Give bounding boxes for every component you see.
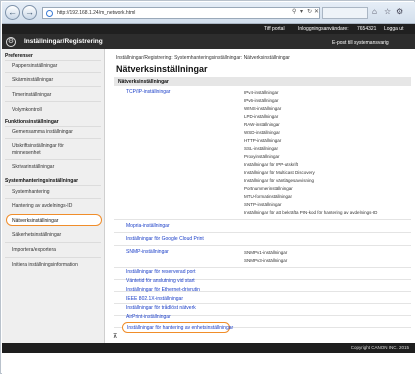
browser-tab[interactable] bbox=[322, 7, 368, 19]
dropdown-icon[interactable]: ▾ bbox=[300, 7, 303, 18]
search-icon[interactable]: ⚲ bbox=[292, 7, 296, 18]
tcpip-sub-item: IPv4-inställningar bbox=[244, 90, 279, 95]
tcpip-sub-item: WINS-inställningar bbox=[244, 106, 282, 111]
section-header: Nätverksinställningar bbox=[114, 77, 411, 86]
snmp-sub-item: SNMPv3-inställningar bbox=[244, 258, 288, 263]
sidebar-item-security[interactable]: Säkerhetsinställningar bbox=[12, 232, 114, 238]
settings-gear-icon[interactable]: ⚙ bbox=[396, 7, 403, 17]
close-icon[interactable]: ✕ bbox=[314, 7, 319, 18]
tcpip-settings-link[interactable]: TCP/IP-inställningar bbox=[126, 89, 170, 95]
refresh-icon[interactable]: ↻ bbox=[307, 7, 312, 18]
sidebar-item-network-label: Nätverksinställningar bbox=[12, 218, 59, 224]
divider bbox=[5, 198, 101, 199]
tcpip-sub-item: Inställningar för Multicast Discovery bbox=[244, 170, 315, 175]
sidebar-item-import-export[interactable]: Importera/exportera bbox=[12, 247, 114, 253]
tcpip-sub-item: SNTP-inställningar bbox=[244, 202, 282, 207]
back-arrow-icon[interactable]: ← bbox=[5, 5, 20, 20]
address-bar[interactable]: http://192.168.1.24/m_network.html bbox=[42, 7, 320, 19]
page-title: Nätverksinställningar bbox=[116, 64, 208, 74]
page-footer: Copyright CANON INC. 2015 bbox=[2, 343, 415, 353]
divider bbox=[5, 86, 101, 87]
snmp-settings-link[interactable]: SNMP-inställningar bbox=[126, 249, 169, 255]
tcpip-sub-item: WSD-inställningar bbox=[244, 130, 281, 135]
ieee8021x-link[interactable]: IEEE 802.1X-inställningar bbox=[126, 296, 183, 302]
section-title: Nätverksinställningar bbox=[118, 79, 169, 85]
divider bbox=[5, 185, 101, 186]
divider bbox=[114, 267, 411, 268]
sidebar-head-functions: Funktionsinställningar bbox=[5, 119, 59, 125]
tcpip-sub-item: Inställningar för väntlägesavvisning bbox=[244, 178, 315, 183]
sidebar-item-system-management[interactable]: Systemhantering bbox=[12, 189, 114, 195]
ethernet-driver-link[interactable]: Inställningar för Ethernet-drivrutin bbox=[126, 287, 200, 293]
sidebar-item-timer[interactable]: Timerinställningar bbox=[12, 92, 114, 98]
sidebar-item-printer[interactable]: Skrivarinställningar bbox=[12, 164, 114, 170]
settings-logo-icon: ⚙ bbox=[6, 37, 16, 47]
page-bottom bbox=[2, 353, 415, 374]
tcpip-sub-item: Inställningar för IPP-utskrift bbox=[244, 162, 299, 167]
sidebar-item-network[interactable]: Nätverksinställningar bbox=[6, 214, 102, 226]
divider bbox=[5, 72, 101, 73]
to-top-arrow-icon[interactable]: ⊼ bbox=[113, 333, 117, 340]
tcpip-sub-item: SSL-inställningar bbox=[244, 146, 279, 151]
tcpip-sub-item: Portnummerinställningar bbox=[244, 186, 293, 191]
email-admin-link[interactable]: E-post till systemansvarig bbox=[332, 40, 389, 46]
home-icon[interactable]: ⌂ bbox=[372, 7, 377, 17]
divider bbox=[114, 245, 411, 246]
favorites-star-icon[interactable]: ☆ bbox=[384, 7, 391, 17]
google-cloud-print-link[interactable]: Inställningar för Google Cloud Print bbox=[126, 236, 204, 242]
tcpip-sub-item: Proxyinställningar bbox=[244, 154, 280, 159]
browser-toolbar: ← → http://192.168.1.24/m_network.html ⚲… bbox=[2, 2, 415, 24]
divider bbox=[5, 126, 101, 127]
tcpip-sub-item: IPv6-inställningar bbox=[244, 98, 279, 103]
divider bbox=[5, 242, 101, 243]
airprint-link[interactable]: AirPrint-inställningar bbox=[126, 314, 171, 320]
tcpip-sub-item: MTU-formatinställningar bbox=[244, 194, 293, 199]
main-content: Inställningar/Registrering: Systemhanter… bbox=[106, 49, 415, 343]
divider bbox=[5, 138, 101, 139]
divider bbox=[5, 101, 101, 102]
tcpip-sub-item: Inställningar för att bekräfta PIN-kod f… bbox=[244, 210, 378, 215]
sidebar: Preferenser Pappersinställningar Skärmin… bbox=[2, 49, 105, 343]
startup-wait-link[interactable]: Väntetid för anslutning vid start bbox=[126, 278, 195, 284]
tcpip-sub-item: LPD-inställningar bbox=[244, 114, 279, 119]
copyright: Copyright CANON INC. 2015 bbox=[350, 345, 409, 350]
sidebar-item-common[interactable]: Gemensamma inställningar bbox=[12, 129, 114, 135]
reserved-port-link[interactable]: Inställningar för reserverad port bbox=[126, 269, 195, 275]
sidebar-head-preferences: Preferenser bbox=[5, 53, 33, 59]
divider bbox=[5, 159, 101, 160]
divider bbox=[114, 303, 411, 304]
tiff-portal-link[interactable]: Tiff portal bbox=[264, 26, 285, 32]
user-id: 7654321 bbox=[357, 26, 377, 32]
sidebar-item-display[interactable]: Skärminställningar bbox=[12, 77, 114, 83]
sidebar-head-system: Systemhanteringsinställningar bbox=[5, 178, 79, 184]
logout-link[interactable]: Logga ut bbox=[384, 26, 403, 32]
logged-in-label: Inloggningsanvändare: bbox=[298, 26, 349, 32]
sidebar-item-initialize[interactable]: Initiera inställningsinformation bbox=[12, 262, 114, 268]
breadcrumb: Inställningar/Registrering: Systemhanter… bbox=[116, 55, 290, 61]
mopria-settings-link[interactable]: Mopria-inställningar bbox=[126, 223, 170, 229]
browser-logo-icon bbox=[46, 10, 53, 17]
header-top-bar: Tiff portal Inloggningsanvändare: 765432… bbox=[2, 24, 415, 34]
divider bbox=[114, 219, 411, 220]
browser-window: ← → http://192.168.1.24/m_network.html ⚲… bbox=[0, 0, 415, 374]
forward-arrow-icon[interactable]: → bbox=[22, 5, 37, 20]
logo-bar: ⚙ Inställningar/Registrering E-post till… bbox=[2, 34, 415, 49]
address-text: http://192.168.1.24/m_network.html bbox=[57, 10, 136, 16]
sidebar-item-department-id[interactable]: Hantering av avdelnings-ID bbox=[12, 203, 114, 209]
page-header: Tiff portal Inloggningsanvändare: 765432… bbox=[2, 24, 415, 49]
wireless-lan-link[interactable]: Inställningar för trådlöst nätverk bbox=[126, 305, 196, 311]
tcpip-sub-item: RAW-inställningar bbox=[244, 122, 280, 127]
divider bbox=[5, 60, 101, 61]
sidebar-item-paper[interactable]: Pappersinställningar bbox=[12, 63, 114, 69]
sidebar-item-memory-print[interactable]: Utskriftsinställningar för minnesenhet bbox=[12, 143, 92, 157]
app-title: Inställningar/Registrering bbox=[24, 38, 103, 45]
divider bbox=[5, 257, 101, 258]
divider bbox=[114, 232, 411, 233]
device-settings-management-label: Inställningar för hantering av enhetsins… bbox=[127, 325, 234, 331]
device-settings-management-link[interactable]: Inställningar för hantering av enhetsins… bbox=[122, 322, 234, 333]
snmp-sub-item: SNMPv1-inställningar bbox=[244, 250, 288, 255]
tcpip-sub-item: HTTP-inställningar bbox=[244, 138, 282, 143]
sidebar-item-volume[interactable]: Volymkontroll bbox=[12, 107, 114, 113]
